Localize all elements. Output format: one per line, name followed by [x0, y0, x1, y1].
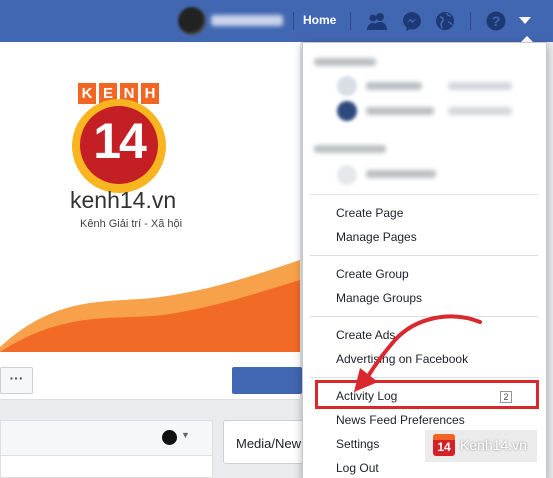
nav-divider — [470, 12, 471, 30]
nav-divider — [350, 12, 351, 30]
account-menu-caret-icon[interactable] — [517, 14, 533, 26]
blurred-page-message-count — [448, 107, 512, 115]
menu-divider — [310, 255, 538, 256]
media-news-label: Media/New — [236, 436, 302, 451]
blurred-section-heading — [314, 145, 386, 153]
menu-item-manage-pages[interactable]: Manage Pages — [336, 230, 417, 244]
blurred-business-avatar — [337, 165, 357, 185]
blurred-page-avatar — [337, 76, 357, 96]
menu-item-settings[interactable]: Settings — [336, 437, 379, 451]
brand-logo-number: 14 — [93, 113, 147, 169]
brand-tagline: Kênh Giải trí - Xã hội — [80, 218, 183, 230]
blurred-page-message-count — [448, 82, 512, 90]
menu-item-log-out[interactable]: Log Out — [336, 461, 379, 475]
audience-avatar[interactable] — [162, 430, 177, 445]
brand-tile: H — [141, 83, 159, 104]
menu-item-create-page[interactable]: Create Page — [336, 206, 403, 220]
menu-divider — [310, 194, 538, 195]
menu-item-news-feed-preferences[interactable]: News Feed Preferences — [336, 413, 465, 427]
blurred-page-name[interactable] — [366, 82, 422, 90]
friend-requests-icon[interactable] — [366, 10, 388, 32]
annotation-arrow-icon — [354, 314, 482, 392]
notifications-globe-icon[interactable] — [434, 10, 456, 32]
profile-name-blurred — [211, 15, 283, 26]
help-icon[interactable]: ? — [485, 10, 507, 32]
avatar — [178, 7, 206, 35]
brand-tile: K — [78, 83, 96, 104]
blurred-section-heading — [314, 58, 376, 66]
brand-site-name: kenh14.vn — [70, 187, 177, 213]
primary-action-button[interactable] — [232, 367, 302, 394]
home-link[interactable]: Home — [303, 13, 336, 27]
svg-text:?: ? — [492, 13, 501, 29]
nav-divider — [293, 12, 294, 30]
watermark-logo-number: 14 — [437, 440, 451, 454]
more-options-button[interactable]: ··· — [0, 367, 33, 394]
watermark-text: Kenh14.vn — [460, 437, 527, 453]
messenger-icon[interactable] — [401, 10, 423, 32]
profile-link[interactable] — [178, 7, 288, 35]
blurred-page-avatar — [337, 101, 357, 121]
menu-item-manage-groups[interactable]: Manage Groups — [336, 291, 422, 305]
menu-item-create-group[interactable]: Create Group — [336, 267, 409, 281]
blurred-business-name[interactable] — [366, 170, 436, 178]
chevron-down-icon[interactable]: ▼ — [181, 430, 190, 440]
blurred-page-name[interactable] — [366, 107, 434, 115]
